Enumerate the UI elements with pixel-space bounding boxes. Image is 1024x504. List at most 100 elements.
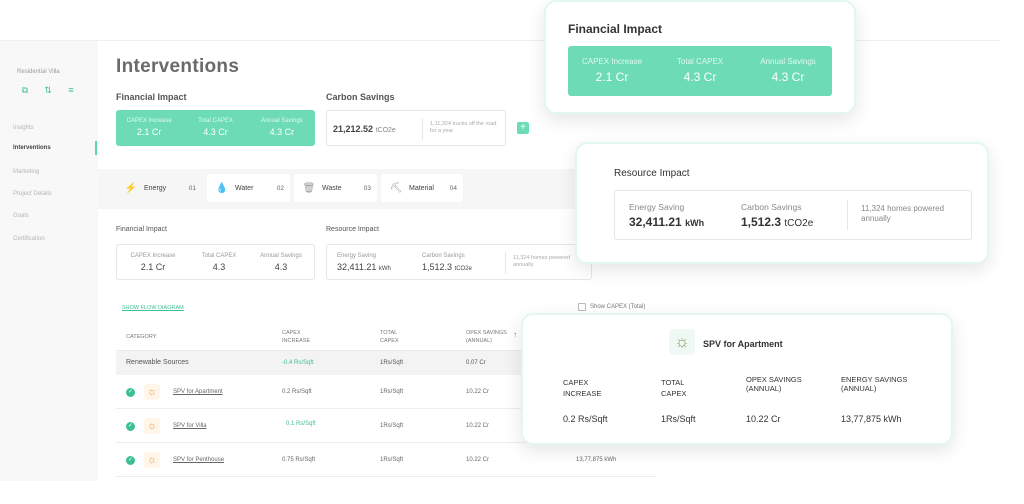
add-list-icon[interactable]: ≡: [66, 85, 76, 95]
annual-savings-stat: Annual Savings 4.3 Cr: [744, 57, 832, 96]
group-name: Renewable Sources: [126, 359, 189, 366]
row-energy: 13,77,875 kWh: [576, 457, 617, 463]
row-total: 1Rs/Sqft: [380, 423, 404, 429]
trash-icon: 🗑: [302, 182, 316, 194]
capex-increase-stat: CAPEX Increase 2.1 Cr: [117, 253, 189, 279]
check-icon[interactable]: ✓: [126, 456, 135, 465]
carbon-unit: tCO2e: [375, 127, 396, 134]
carbon-number: 1,512.3: [741, 215, 782, 229]
row-name[interactable]: SPV for Villa: [173, 423, 207, 429]
group-capex: -0.4 Rs/Sqft: [282, 360, 314, 366]
tab-number: 02: [276, 184, 284, 192]
sidebar-item-insights[interactable]: Insights: [13, 125, 34, 131]
sun-icon: ☼: [144, 418, 160, 434]
energy-saving-stat: Energy Saving 32,411.21 kWh: [337, 253, 391, 272]
tab-number: 04: [449, 184, 457, 192]
divider: [422, 118, 423, 140]
lightning-icon: ⚡: [124, 182, 138, 194]
tab-label: Energy: [144, 184, 167, 192]
stat-label: CAPEX Increase: [126, 118, 172, 124]
stat-label: Total CAPEX: [201, 253, 237, 259]
energy-saving-stat: Energy Saving 32,411.21 kWh: [629, 202, 704, 229]
financial-impact-label-2: Financial Impact: [116, 226, 167, 233]
financial-impact-card: CAPEX Increase 2.1 Cr Total CAPEX 4.3 Cr…: [116, 110, 315, 146]
stat-label: Total CAPEX: [198, 118, 233, 124]
stat-label: Annual Savings: [260, 118, 303, 124]
sun-icon: ☼: [144, 384, 160, 400]
tab-material[interactable]: ⛏ Material 04: [381, 174, 463, 202]
group-total: 1Rs/Sqft: [380, 360, 404, 366]
row-name[interactable]: SPV for Apartment: [173, 389, 223, 395]
resource-impact-card: Energy Saving 32,411.21 kWh Carbon Savin…: [326, 244, 592, 280]
carbon-savings-card: 21,212.52 tCO2e 1,11,324 trucks off the …: [326, 110, 506, 146]
carbon-number: 1,512.3: [422, 262, 453, 272]
stat-value: 32,411.21 kWh: [629, 215, 704, 229]
card-title: Resource Impact: [614, 168, 690, 179]
homes-note: 11,324 homes powered annually: [513, 255, 571, 268]
tab-waste[interactable]: 🗑 Waste 03: [294, 174, 377, 202]
sidebar: Residential Villa ⧉ ⇅ ≡ Insights Interve…: [0, 41, 98, 481]
sidebar-item-certification[interactable]: Certification: [13, 236, 45, 242]
annual-savings-stat: Annual Savings 4.3: [249, 253, 313, 279]
floating-spv-card: ☼ SPV for Apartment CAPEX INCREASE TOTAL…: [521, 313, 953, 445]
row-capex: 0.1 Rs/Sqft: [286, 421, 316, 427]
column-header: OPEX SAVINGS (ANNUAL): [746, 375, 802, 393]
stat-value: 4.3: [212, 262, 226, 272]
stat-value: 2.1 Cr: [140, 262, 166, 272]
add-button[interactable]: +: [517, 122, 529, 134]
total-capex-stat: Total CAPEX 4.3 Cr: [656, 57, 744, 96]
show-capex-checkbox[interactable]: [578, 303, 586, 311]
tab-energy[interactable]: ⚡ Energy 01: [116, 174, 202, 202]
energy-unit: kWh: [685, 218, 705, 228]
group-opex: 0.07 Cr: [466, 360, 486, 366]
row-total: 1Rs/Sqft: [380, 389, 404, 395]
stat-label: CAPEX Increase: [581, 57, 643, 66]
sort-arrow-icon[interactable]: ↑: [513, 331, 517, 339]
carbon-note: 1,11,324 trucks off the road for a year: [430, 121, 497, 134]
sidebar-item-project-details[interactable]: Project Details: [13, 191, 52, 197]
column-header: CAPEX INCREASE: [563, 378, 602, 398]
financial-impact-card-2: CAPEX Increase 2.1 Cr Total CAPEX 4.3 An…: [116, 244, 315, 280]
table-row[interactable]: ✓ ☼ SPV for Penthouse 0.75 Rs/Sqft 1Rs/S…: [116, 443, 656, 477]
swap-icon[interactable]: ⇅: [43, 85, 53, 95]
show-flow-diagram-link[interactable]: SHOW FLOW DIAGRAM: [122, 305, 184, 311]
project-name: Residential Villa: [17, 69, 60, 75]
column-header: OPEX SAVINGS (ANNUAL): [466, 330, 507, 344]
sidebar-item-marketing[interactable]: Marketing: [13, 169, 39, 175]
stat-value: 32,411.21 kWh: [337, 262, 391, 272]
carbon-number: 21,212.52: [333, 124, 374, 134]
total-capex-value: 1Rs/Sqft: [661, 414, 696, 424]
tab-label: Material: [409, 184, 434, 192]
financial-stats: CAPEX Increase 2.1 Cr Total CAPEX 4.3 Cr…: [568, 46, 832, 96]
row-name[interactable]: SPV for Penthouse: [173, 457, 224, 463]
divider: [505, 252, 506, 274]
show-capex-label: Show CAPEX (Total): [590, 304, 646, 310]
sidebar-item-interventions[interactable]: Interventions: [13, 145, 51, 151]
stat-value: 2.1 Cr: [136, 127, 162, 137]
tab-number: 01: [188, 184, 196, 192]
tab-water[interactable]: 💧 Water 02: [207, 174, 290, 202]
stat-label: Annual Savings: [760, 57, 816, 66]
stat-value: 1,512.3 tCO2e: [741, 215, 813, 229]
capex-increase-stat: CAPEX Increase 2.1 Cr: [116, 118, 182, 146]
carbon-unit: tCO2e: [784, 218, 814, 229]
stat-value: 4.3 Cr: [683, 70, 717, 84]
row-capex: 0.2 Rs/Sqft: [282, 389, 312, 395]
check-icon[interactable]: ✓: [126, 388, 135, 397]
carbon-savings-label: Carbon Savings: [326, 92, 395, 102]
capex-value: 0.2 Rs/Sqft: [563, 414, 608, 424]
floating-resource-card: Resource Impact Energy Saving 32,411.21 …: [575, 142, 989, 264]
energy-unit: kWh: [378, 266, 391, 272]
page-title: Interventions: [116, 56, 240, 77]
carbon-saving-stat: Carbon Savings 1,512.3 tCO2e: [741, 202, 813, 229]
stat-value: 4.3: [274, 262, 288, 272]
check-icon[interactable]: ✓: [126, 422, 135, 431]
stat-value: 4.3 Cr: [269, 127, 295, 137]
divider: [847, 200, 848, 230]
column-header: CAPEX INCREASE: [282, 330, 311, 344]
sidebar-item-goals[interactable]: Goals: [13, 213, 29, 219]
column-header: TOTAL CAPEX: [661, 378, 687, 398]
copy-icon[interactable]: ⧉: [20, 85, 30, 95]
financial-impact-label: Financial Impact: [116, 92, 187, 102]
active-nav-indicator: [95, 141, 97, 155]
